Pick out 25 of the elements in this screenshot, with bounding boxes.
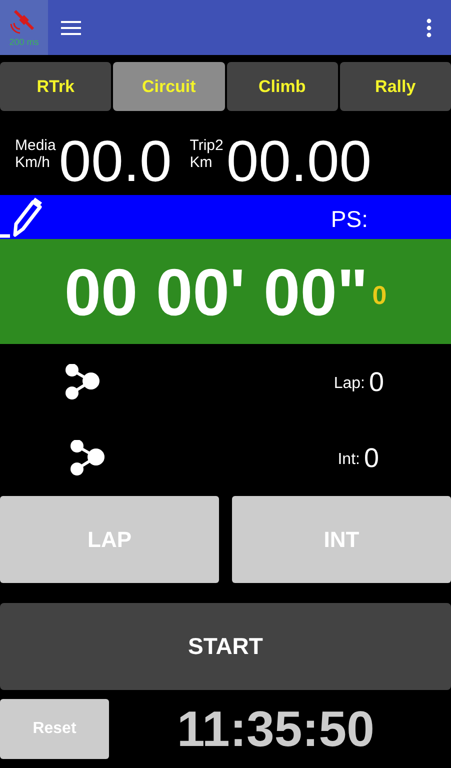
more-options-icon[interactable] <box>426 18 432 38</box>
mode-tab[interactable]: Climb <box>226 62 338 111</box>
trip-label: Trip2 <box>190 137 224 154</box>
speed-value: 00.0 <box>58 129 172 195</box>
share-icon[interactable] <box>70 440 106 476</box>
mode-tab[interactable]: Rally <box>340 62 451 111</box>
speed-unit: Km/h <box>15 154 52 171</box>
start-button[interactable]: START <box>0 603 451 690</box>
mode-tab[interactable]: RTrk <box>0 62 112 111</box>
ps-label: PS: <box>330 206 368 232</box>
counter-value: 0 <box>368 366 384 398</box>
speed-label: Media <box>15 137 56 154</box>
mode-tab[interactable]: Circuit <box>113 62 224 111</box>
trip-unit: Km <box>190 154 214 171</box>
counter-value: 0 <box>364 442 379 474</box>
trip-value: 00.00 <box>226 129 372 195</box>
gps-status-panel[interactable]: 200 ms <box>0 0 48 55</box>
clock-time: 11:35:50 <box>177 700 374 758</box>
timer-tenths: 0 <box>372 280 387 311</box>
counter-label: Lap: <box>334 374 365 392</box>
timer-value: 00 00' 00" <box>64 254 368 330</box>
menu-icon[interactable] <box>61 20 81 34</box>
gps-interval: 200 ms <box>9 36 39 46</box>
counter-label: Int: <box>338 450 360 468</box>
share-icon[interactable] <box>65 364 101 400</box>
